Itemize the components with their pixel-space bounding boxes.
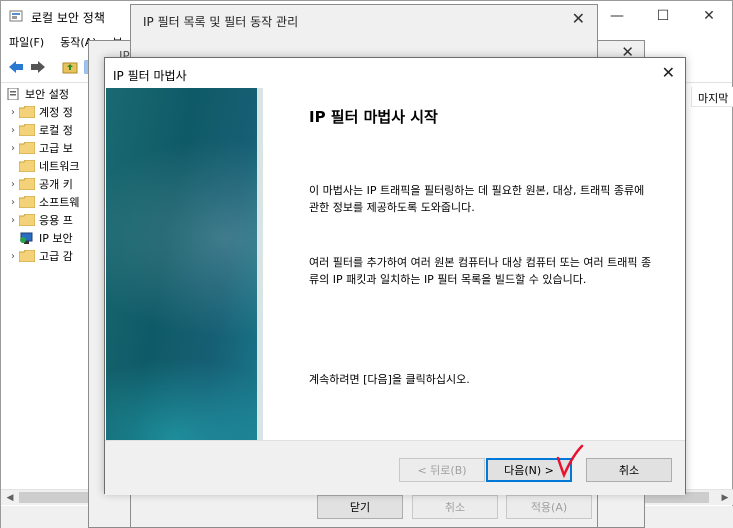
folder-icon bbox=[19, 178, 35, 190]
close-button[interactable]: ✕ bbox=[686, 1, 732, 31]
folder-icon bbox=[19, 142, 35, 154]
tree-item-network[interactable]: 네트워크 bbox=[7, 157, 79, 175]
tree-item-local-policy[interactable]: › 로컬 정 bbox=[7, 121, 73, 139]
column-header-last[interactable]: 마지막 bbox=[691, 87, 733, 107]
close-icon[interactable]: ✕ bbox=[572, 9, 585, 28]
tree-item-ip-security[interactable]: IP 보안 bbox=[7, 229, 73, 247]
back-button[interactable]: < 뒤로(B) bbox=[399, 458, 485, 482]
forward-arrow-icon[interactable] bbox=[29, 59, 47, 75]
maximize-button[interactable]: ☐ bbox=[640, 1, 686, 31]
tree-item-public-key[interactable]: › 공개 키 bbox=[7, 175, 73, 193]
scroll-left-icon[interactable]: ◀ bbox=[3, 491, 17, 505]
wizard-titlebar: IP 필터 마법사 ✕ bbox=[105, 58, 685, 88]
security-settings-icon bbox=[7, 88, 19, 100]
policy-folder-icon bbox=[19, 124, 35, 136]
wizard-continue-hint: 계속하려면 [다음]을 클릭하십시오. bbox=[309, 373, 470, 386]
security-policy-icon bbox=[9, 10, 23, 22]
up-folder-icon[interactable] bbox=[61, 59, 79, 75]
expand-chevron-icon[interactable]: › bbox=[7, 179, 19, 190]
tree-item-security-settings[interactable]: 보안 설정 bbox=[5, 85, 69, 103]
tree-item-application[interactable]: › 응용 프 bbox=[7, 211, 73, 229]
cancel-button[interactable]: 취소 bbox=[412, 495, 498, 519]
back-arrow-icon[interactable] bbox=[7, 59, 25, 75]
scroll-right-icon[interactable]: ▶ bbox=[718, 491, 732, 505]
expand-chevron-icon[interactable]: › bbox=[7, 251, 19, 262]
wizard-heading: IP 필터 마법사 시작 bbox=[309, 108, 438, 126]
expand-chevron-icon[interactable]: › bbox=[7, 107, 19, 118]
expand-chevron-icon[interactable]: › bbox=[7, 197, 19, 208]
folder-icon bbox=[19, 214, 35, 226]
tree-item-account-policy[interactable]: › 계정 정 bbox=[7, 103, 73, 121]
wizard-description: 이 마법사는 IP 트래픽을 필터링하는 데 필요한 원본, 대상, 트래픽 종… bbox=[309, 184, 645, 214]
close-icon[interactable]: ✕ bbox=[662, 63, 675, 82]
expand-chevron-icon[interactable]: › bbox=[7, 215, 19, 226]
main-title: 로컬 보안 정책 bbox=[31, 11, 105, 25]
red-check-mark-icon bbox=[556, 444, 584, 478]
tree-item-software[interactable]: › 소프트웨 bbox=[7, 193, 79, 211]
expand-chevron-icon[interactable]: › bbox=[7, 125, 19, 136]
wizard-title: IP 필터 마법사 bbox=[113, 69, 187, 83]
minimize-button[interactable]: — bbox=[594, 1, 640, 31]
expand-chevron-icon[interactable]: › bbox=[7, 143, 19, 154]
tree-item-advanced-audit[interactable]: › 고급 감 bbox=[7, 247, 73, 265]
folder-icon bbox=[19, 160, 35, 172]
apply-button[interactable]: 적용(A) bbox=[506, 495, 592, 519]
policy-folder-icon bbox=[19, 106, 35, 118]
cancel-button[interactable]: 취소 bbox=[586, 458, 672, 482]
wizard-banner-image bbox=[106, 88, 263, 440]
wizard-detail: 여러 필터를 추가하여 여러 원본 컴퓨터나 대상 컴퓨터 또는 여러 트래픽 … bbox=[309, 256, 652, 286]
ip-security-icon bbox=[20, 232, 33, 244]
folder-icon bbox=[19, 250, 35, 262]
manage-dialog-title: IP 필터 목록 및 필터 동작 관리 bbox=[143, 15, 299, 29]
tree-item-advanced-security[interactable]: › 고급 보 bbox=[7, 139, 73, 157]
folder-icon bbox=[19, 196, 35, 208]
menu-file[interactable]: 파일(F) bbox=[1, 31, 52, 53]
ip-filter-wizard: IP 필터 마법사 ✕ IP 필터 마법사 시작 이 마법사는 IP 트래픽을 … bbox=[104, 57, 686, 495]
close-dialog-button[interactable]: 닫기 bbox=[317, 495, 403, 519]
